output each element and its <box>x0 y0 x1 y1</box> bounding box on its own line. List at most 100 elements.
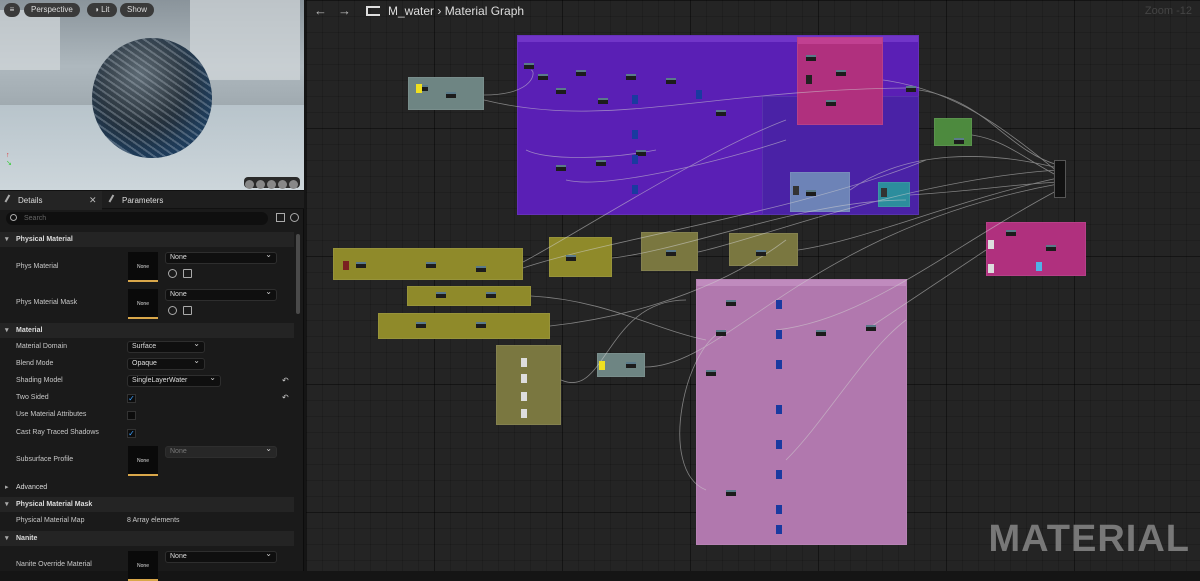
section-advanced[interactable]: Advanced <box>0 480 294 495</box>
subsurface-profile-thumbnail[interactable]: None <box>128 446 158 476</box>
constant-node[interactable] <box>521 358 527 367</box>
texture-node[interactable] <box>776 505 782 514</box>
use-selected-icon[interactable] <box>168 306 177 315</box>
preview-shape-toolbar[interactable] <box>244 177 300 189</box>
graph-node[interactable] <box>556 88 566 94</box>
browse-icon[interactable] <box>183 306 192 315</box>
cube-shape-icon[interactable] <box>256 180 265 189</box>
graph-node[interactable] <box>476 322 486 328</box>
constant-node[interactable] <box>521 392 527 401</box>
graph-node[interactable] <box>626 74 636 80</box>
graph-node[interactable] <box>436 292 446 298</box>
constant-node[interactable] <box>1036 262 1042 271</box>
texture-node[interactable] <box>776 300 782 309</box>
shading-model-combo[interactable]: SingleLayerWater <box>127 373 221 387</box>
texture-node[interactable] <box>776 330 782 339</box>
show-button[interactable]: Show <box>120 3 155 17</box>
constant-node[interactable] <box>416 84 422 93</box>
phys-material-mask-combo[interactable]: None <box>165 287 277 301</box>
texture-node[interactable] <box>632 130 638 139</box>
graph-node[interactable] <box>816 330 826 336</box>
plane-shape-icon[interactable] <box>267 180 276 189</box>
graph-node[interactable] <box>666 250 676 256</box>
constant-node[interactable] <box>521 409 527 418</box>
material-output-node[interactable] <box>1054 160 1066 198</box>
tab-parameters[interactable]: Parameters <box>104 191 204 210</box>
texture-node[interactable] <box>632 95 638 104</box>
reset-to-default-icon[interactable]: ↶ <box>282 393 289 402</box>
constant-node[interactable] <box>599 361 605 370</box>
gear-icon[interactable] <box>290 213 299 222</box>
texture-node[interactable] <box>806 75 812 84</box>
graph-node[interactable] <box>626 362 636 368</box>
nanite-override-combo[interactable]: None <box>165 549 277 563</box>
perspective-button[interactable]: Perspective <box>24 3 80 17</box>
close-icon[interactable]: ✕ <box>89 191 97 210</box>
texture-node[interactable] <box>881 188 887 197</box>
texture-node[interactable] <box>632 185 638 194</box>
physical-material-map-label[interactable]: Physical Material Map <box>16 515 84 527</box>
texture-node[interactable] <box>776 440 782 449</box>
constant-node[interactable] <box>988 240 994 249</box>
cylinder-shape-icon[interactable] <box>278 180 287 189</box>
graph-node[interactable] <box>826 100 836 106</box>
sphere-shape-icon[interactable] <box>245 180 254 189</box>
texture-node[interactable] <box>632 155 638 164</box>
section-physical-material[interactable]: Physical Material <box>0 232 294 247</box>
search-input[interactable]: Search <box>6 212 268 225</box>
details-scrollbar[interactable] <box>296 234 300 314</box>
graph-node[interactable] <box>476 266 486 272</box>
material-graph-canvas[interactable]: ← → M_water › Material Graph Zoom -12 MA… <box>306 0 1200 571</box>
mesh-shape-icon[interactable] <box>289 180 298 189</box>
reset-to-default-icon[interactable]: ↶ <box>282 376 289 385</box>
phys-material-combo[interactable]: None <box>165 250 277 264</box>
texture-node[interactable] <box>776 360 782 369</box>
graph-node[interactable] <box>1046 245 1056 251</box>
texture-node[interactable] <box>696 90 702 99</box>
texture-node[interactable] <box>343 261 349 270</box>
constant-node[interactable] <box>988 264 994 273</box>
subsurface-profile-combo[interactable]: None <box>165 444 277 458</box>
graph-node[interactable] <box>596 160 606 166</box>
graph-node[interactable] <box>806 55 816 61</box>
graph-node[interactable] <box>726 490 736 496</box>
tab-details[interactable]: Details ✕ <box>0 191 102 210</box>
section-material[interactable]: Material <box>0 323 294 338</box>
nanite-override-thumbnail[interactable]: None <box>128 551 158 581</box>
graph-node[interactable] <box>524 63 534 69</box>
material-domain-combo[interactable]: Surface <box>127 339 205 353</box>
graph-node[interactable] <box>756 250 766 256</box>
cast-ray-traced-shadows-checkbox[interactable]: ✓ <box>127 429 136 438</box>
graph-node[interactable] <box>486 292 496 298</box>
graph-node[interactable] <box>556 165 566 171</box>
constant-node[interactable] <box>521 374 527 383</box>
graph-node[interactable] <box>1006 230 1016 236</box>
graph-node[interactable] <box>906 86 916 92</box>
blend-mode-combo[interactable]: Opaque <box>127 356 205 370</box>
graph-node[interactable] <box>706 370 716 376</box>
hamburger-icon[interactable]: ≡ <box>4 3 20 17</box>
texture-node[interactable] <box>793 186 799 195</box>
phys-material-thumbnail[interactable]: None <box>128 252 158 282</box>
material-preview-viewport[interactable]: ≡ Perspective ◑ Lit Show ↑ ↘ <box>0 0 304 190</box>
section-physical-material-mask[interactable]: Physical Material Mask <box>0 497 294 512</box>
texture-node[interactable] <box>776 470 782 479</box>
section-nanite[interactable]: Nanite <box>0 531 294 546</box>
use-selected-icon[interactable] <box>168 269 177 278</box>
graph-node[interactable] <box>566 255 576 261</box>
lit-button[interactable]: ◑ Lit <box>87 3 117 17</box>
texture-node[interactable] <box>776 525 782 534</box>
graph-node[interactable] <box>806 190 816 196</box>
graph-node[interactable] <box>576 70 586 76</box>
graph-node[interactable] <box>866 325 876 331</box>
graph-node[interactable] <box>716 330 726 336</box>
graph-node[interactable] <box>666 78 676 84</box>
texture-node[interactable] <box>776 405 782 414</box>
graph-node[interactable] <box>836 70 846 76</box>
table-view-icon[interactable] <box>276 213 285 222</box>
graph-node[interactable] <box>356 262 366 268</box>
graph-node[interactable] <box>538 74 548 80</box>
graph-node[interactable] <box>954 138 964 144</box>
graph-node[interactable] <box>716 110 726 116</box>
graph-node[interactable] <box>416 322 426 328</box>
